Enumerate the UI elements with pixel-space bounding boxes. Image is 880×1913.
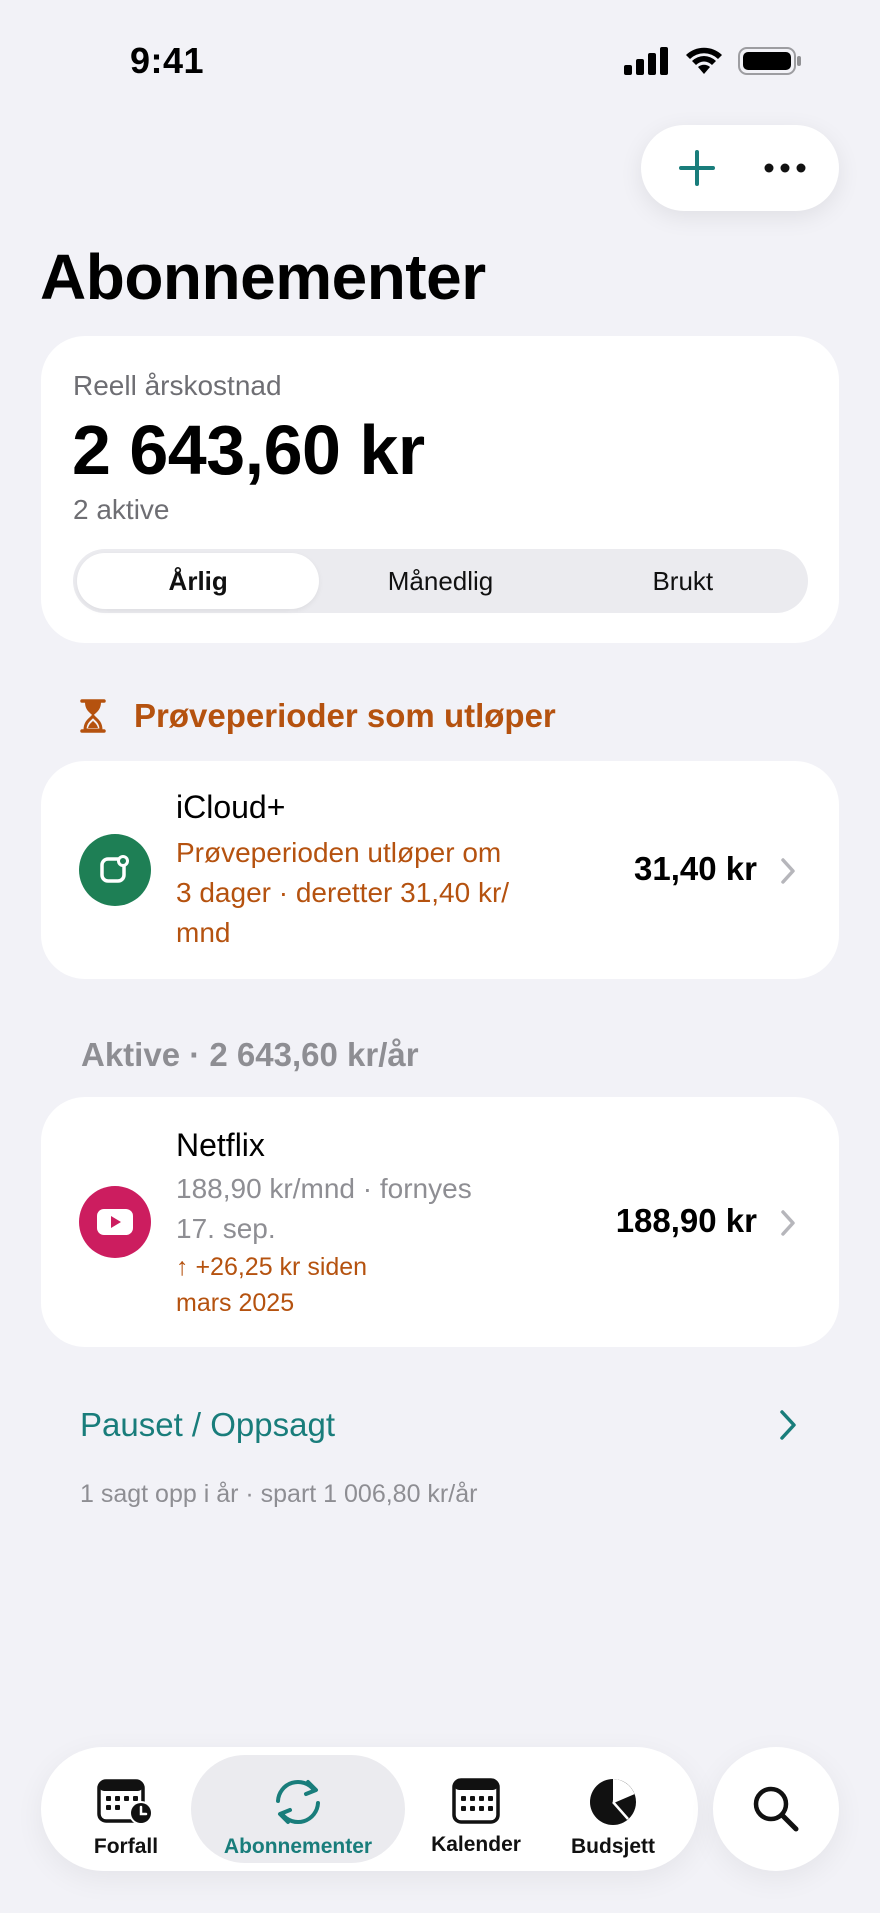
toolbar-actions — [641, 125, 839, 211]
tab-abonnementer[interactable]: Abonnementer — [191, 1755, 405, 1863]
icloud-app-icon — [79, 834, 151, 906]
segment-monthly[interactable]: Månedlig — [319, 553, 561, 609]
row-amount: 31,40 kr — [634, 850, 757, 887]
chevron-right-icon — [781, 1210, 795, 1236]
search-button[interactable] — [713, 1747, 839, 1871]
pie-chart-icon — [590, 1779, 636, 1825]
search-icon — [753, 1786, 799, 1832]
status-icons — [624, 46, 802, 76]
status-time: 9:41 — [130, 40, 205, 81]
row-detail-line: mnd — [176, 917, 231, 948]
tab-label: Abonnementer — [223, 1835, 373, 1858]
calendar-icon — [452, 1778, 500, 1824]
trial-section-title: Prøveperioder som utløper — [134, 697, 556, 734]
status-bar: 9:41 — [0, 0, 880, 130]
chevron-right-icon — [780, 1410, 796, 1440]
tab-label: Budsjett — [571, 1835, 655, 1858]
chevron-right-icon — [781, 858, 795, 884]
add-button[interactable] — [669, 140, 725, 196]
price-change-line: ↑ +26,25 kr siden — [176, 1253, 368, 1281]
price-change-note: ↑ +26,25 kr siden mars 2025 — [176, 1249, 367, 1321]
tab-bar: Forfall Abonnementer Kalender Budsjett — [41, 1747, 698, 1871]
page-title: Abonnementer — [40, 241, 486, 313]
ellipsis-icon — [764, 163, 806, 173]
plus-icon — [679, 150, 715, 186]
segment-yearly[interactable]: Årlig — [77, 553, 320, 609]
period-segmented-control: Årlig Månedlig Brukt — [73, 549, 808, 613]
price-change-line: mars 2025 — [176, 1289, 295, 1317]
row-amount: 188,90 kr — [615, 1202, 757, 1239]
subscription-row-icloud[interactable]: iCloud+ Prøveperioden utløper om 3 dager… — [41, 761, 839, 979]
row-title: iCloud+ — [176, 789, 286, 825]
row-detail-line: 3 dager · deretter 31,40 kr/ — [176, 877, 510, 908]
tab-label: Kalender — [431, 1833, 521, 1856]
cellular-signal-icon — [624, 47, 668, 75]
paused-cancelled-link[interactable]: Pauset / Oppsagt — [80, 1400, 800, 1450]
play-icon — [97, 1209, 133, 1235]
tab-forfall[interactable]: Forfall — [61, 1755, 191, 1863]
netflix-app-icon — [79, 1186, 151, 1258]
summary-active-count: 2 aktive — [73, 494, 170, 525]
battery-icon — [738, 47, 801, 75]
hourglass-icon — [80, 699, 106, 733]
tab-kalender[interactable]: Kalender — [411, 1755, 541, 1863]
paused-cancelled-label: Pauset / Oppsagt — [80, 1406, 335, 1443]
cancelled-savings-note: 1 sagt opp i år · spart 1 006,80 kr/år — [80, 1480, 478, 1508]
row-title: Netflix — [176, 1127, 265, 1163]
segment-used[interactable]: Brukt — [562, 553, 804, 609]
trial-section-header: Prøveperioder som utløper — [80, 697, 556, 735]
wifi-icon — [686, 47, 722, 74]
tab-budsjett[interactable]: Budsjett — [548, 1755, 678, 1863]
tab-label: Forfall — [93, 1835, 159, 1858]
summary-label: Reell årskostnad — [73, 370, 282, 401]
icloud-icon — [100, 855, 129, 883]
active-section-title: Aktive · 2 643,60 kr/år — [81, 1036, 419, 1073]
row-detail-line: 17. sep. — [176, 1213, 276, 1244]
row-detail: 188,90 kr/mnd · fornyes 17. sep. — [176, 1169, 472, 1249]
more-button[interactable] — [757, 140, 813, 196]
row-detail: Prøveperioden utløper om 3 dager · deret… — [176, 833, 509, 953]
row-detail-line: 188,90 kr/mnd · fornyes — [176, 1173, 472, 1204]
row-detail-line: Prøveperioden utløper om — [176, 837, 502, 868]
summary-card: Reell årskostnad 2 643,60 kr 2 aktive År… — [41, 336, 839, 643]
refresh-icon — [276, 1779, 320, 1825]
subscription-row-netflix[interactable]: Netflix 188,90 kr/mnd · fornyes 17. sep.… — [41, 1097, 839, 1347]
summary-amount: 2 643,60 kr — [72, 411, 425, 489]
calendar-clock-icon — [97, 1779, 153, 1825]
